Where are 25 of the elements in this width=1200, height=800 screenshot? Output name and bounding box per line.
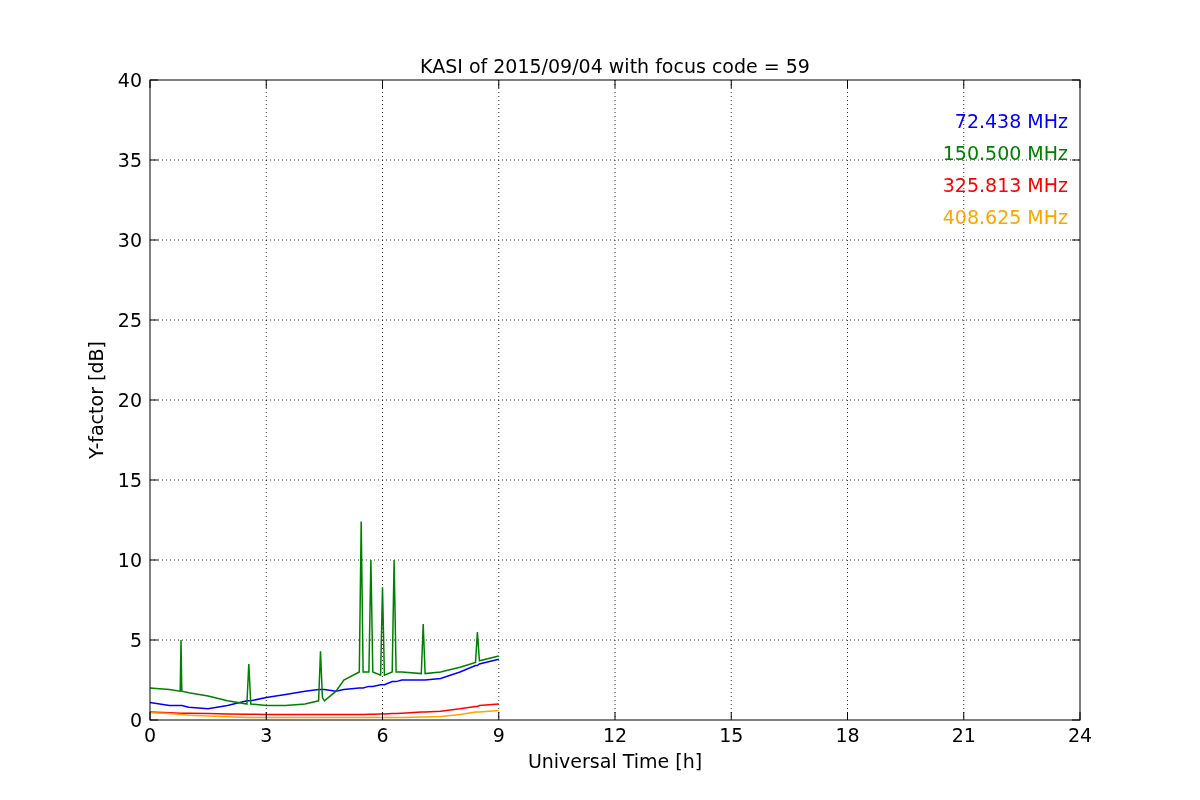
tick-label: 5	[129, 629, 142, 651]
tick-label: 18	[835, 724, 860, 746]
legend-label: 72.438 MHz	[954, 110, 1068, 132]
y-axis-label: Y-factor [dB]	[85, 341, 107, 459]
tick-label: 35	[117, 149, 142, 171]
tick-label: 0	[143, 724, 157, 746]
tick-label: 25	[117, 309, 142, 331]
tick-label: 3	[260, 724, 273, 746]
tick-label: 15	[117, 469, 142, 491]
tick-label: 15	[719, 724, 744, 746]
legend-label: 150.500 MHz	[942, 142, 1068, 164]
tick-label: 20	[117, 389, 142, 411]
tick-label: 6	[376, 724, 389, 746]
tick-label: 12	[602, 724, 628, 746]
legend-label: 408.625 MHz	[942, 206, 1068, 228]
tick-label: 9	[492, 724, 505, 746]
legend-label: 325.813 MHz	[942, 174, 1068, 196]
tick-label: 40	[117, 69, 142, 91]
tick-label: 30	[117, 229, 142, 251]
chart-title: KASI of 2015/09/04 with focus code = 59	[420, 55, 810, 77]
tick-label: 10	[117, 549, 142, 571]
tick-label: 24	[1067, 724, 1093, 746]
tick-label: 0	[129, 709, 142, 731]
tick-label: 21	[951, 724, 976, 746]
x-axis-label: Universal Time [h]	[527, 750, 703, 772]
